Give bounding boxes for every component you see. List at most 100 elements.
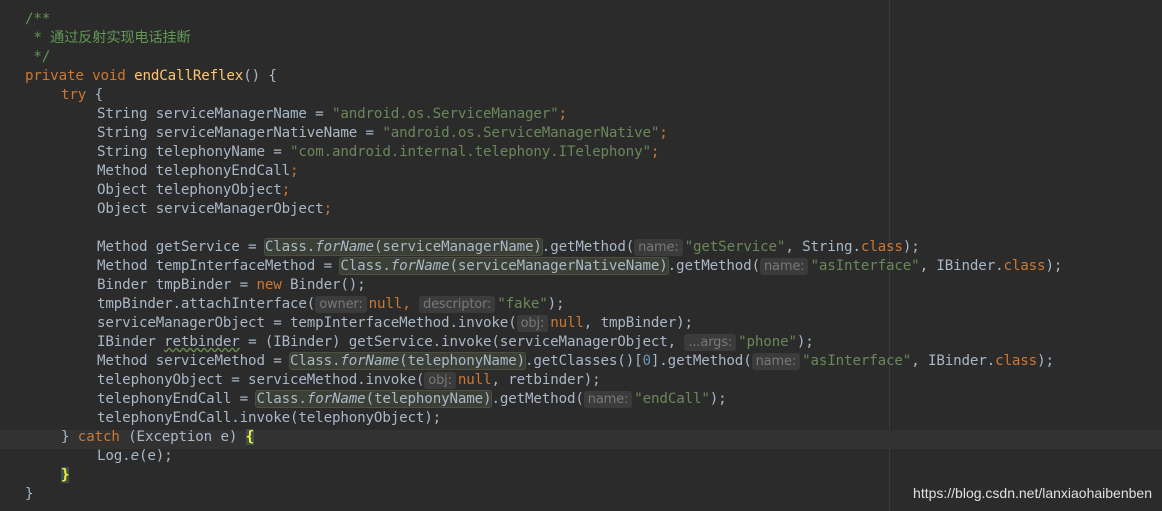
parameter-hint: obj:: [516, 315, 549, 332]
code-text: .getMethod(: [491, 391, 584, 407]
semicolon: ;: [650, 144, 660, 160]
highlighted-expression: Class.forName(telephonyName): [255, 390, 493, 408]
parameter-hint: obj:: [424, 372, 456, 389]
code-text: , String.: [785, 239, 861, 255]
semicolon: ;: [281, 182, 291, 198]
parameter-hint: descriptor:: [418, 296, 496, 313]
code-text: .getClasses()[: [525, 353, 643, 369]
code-text: IBinder: [97, 334, 165, 350]
code-text: {: [86, 87, 104, 103]
code-line-2: * 通过反射实现电话挂断: [25, 29, 191, 48]
parameter-hint: name:: [759, 258, 809, 275]
code-text: telephonyObject = serviceMethod.invoke(: [97, 372, 425, 388]
code-line-20: telephonyObject = serviceMethod.invoke(o…: [97, 371, 601, 390]
code-text: Binder tmpBinder =: [97, 277, 257, 293]
code-line-23: } catch (Exception e) {: [61, 428, 254, 447]
code-text: );: [1037, 353, 1054, 369]
code-text: Method serviceMethod =: [97, 353, 291, 369]
code-text: String serviceManagerName =: [97, 106, 332, 122]
code-text: .getMethod(: [667, 258, 760, 274]
code-text: Method telephonyEndCall: [97, 163, 291, 179]
code-text: , tmpBinder);: [583, 315, 693, 331]
string-literal: "asInterface": [802, 353, 912, 369]
code-text: serviceManagerObject = tempInterfaceMeth…: [97, 315, 517, 331]
code-text: , IBinder.: [911, 353, 996, 369]
code-line-1: /**: [25, 10, 50, 29]
code-text: telephonyEndCall =: [97, 391, 257, 407]
code-text: tmpBinder.attachInterface(: [97, 296, 316, 312]
code-line-22: telephonyEndCall.invoke(telephonyObject)…: [97, 409, 441, 428]
code-line-5: try {: [61, 86, 103, 105]
parameter-hint: name:: [634, 239, 683, 256]
keyword: try: [61, 87, 87, 103]
parameter-hint: name:: [751, 353, 801, 370]
string-literal: "endCall": [634, 391, 710, 407]
code-text: () {: [243, 68, 277, 84]
watermark: https://blog.csdn.net/lanxiaohaibenben: [913, 485, 1152, 501]
code-text: );: [1045, 258, 1063, 274]
code-text: Method tempInterfaceMethod =: [97, 258, 341, 274]
code-text: Binder();: [281, 277, 366, 293]
code-line-10: Object telephonyObject;: [97, 181, 290, 200]
string-literal: "android.os.ServiceManager": [331, 106, 559, 122]
code-text: ].getMethod(: [650, 353, 752, 369]
code-line-21: telephonyEndCall = Class.forName(telepho…: [97, 390, 727, 409]
string-literal: "com.android.internal.telephony.ITelepho…: [290, 144, 651, 160]
code-line-9: Method telephonyEndCall;: [97, 162, 299, 181]
code-text: Log.: [97, 448, 131, 464]
code-text: Method getService =: [97, 239, 265, 255]
keyword: new: [256, 277, 282, 293]
comment-text: * 通过反射实现电话挂断: [25, 30, 191, 46]
string-literal: "getService": [684, 239, 786, 255]
semicolon: ;: [290, 163, 299, 179]
code-line-7: String serviceManagerNativeName = "andro…: [97, 124, 668, 143]
keyword: null: [550, 315, 584, 331]
variable-name: retbinder: [164, 334, 240, 350]
highlighted-expression: Class.forName(serviceManagerNativeName): [339, 257, 669, 275]
comment-open: /**: [25, 11, 51, 27]
string-literal: "android.os.ServiceManagerNative": [382, 125, 660, 141]
code-line-15: Binder tmpBinder = new Binder();: [97, 276, 366, 295]
string-literal: "fake": [497, 296, 548, 312]
code-text: Object serviceManagerObject: [97, 201, 324, 217]
code-line-14: Method tempInterfaceMethod = Class.forNa…: [97, 257, 1062, 276]
code-text: );: [902, 239, 920, 255]
string-literal: "asInterface": [810, 258, 920, 274]
code-text: String telephonyName =: [97, 144, 291, 160]
code-line-19: Method serviceMethod = Class.forName(tel…: [97, 352, 1054, 371]
code-line-6: String serviceManagerName = "android.os.…: [97, 105, 567, 124]
code-line-16: tmpBinder.attachInterface(owner: null, de…: [97, 295, 565, 314]
parameter-hint: ...args:: [684, 334, 737, 351]
matched-brace: }: [61, 467, 70, 483]
code-text: = (IBinder) getService.invoke(serviceMan…: [239, 334, 685, 350]
keyword: class: [860, 239, 903, 255]
code-line-25: }: [61, 466, 70, 485]
code-line-26: }: [25, 485, 34, 504]
code-text: , retbinder);: [491, 372, 601, 388]
code-text: );: [796, 334, 814, 350]
parameter-hint: name:: [583, 391, 633, 408]
code-line-17: serviceManagerObject = tempInterfaceMeth…: [97, 314, 693, 333]
code-text: );: [547, 296, 565, 312]
code-line-13: Method getService = Class.forName(servic…: [97, 238, 920, 257]
semicolon: ;: [659, 125, 668, 141]
code-line-4: private void endCallReflex() {: [25, 67, 277, 86]
code-line-11: Object serviceManagerObject;: [97, 200, 332, 219]
number-literal: 0: [642, 353, 651, 369]
code-editor[interactable]: /** * 通过反射实现电话挂断 */ private void endCall…: [0, 0, 1162, 511]
code-line-8: String telephonyName = "com.android.inte…: [97, 143, 659, 162]
code-text: .getMethod(: [541, 239, 635, 255]
code-line-3: */: [25, 48, 50, 67]
code-line-24: Log.e(e);: [97, 447, 173, 466]
code-text: (e);: [138, 448, 173, 464]
highlighted-expression: Class.forName(serviceManagerName): [263, 238, 543, 256]
method-name: endCallReflex: [134, 68, 244, 84]
comment-close: */: [25, 49, 51, 65]
semicolon: ;: [323, 201, 333, 217]
keyword: null: [457, 372, 492, 388]
code-line-18: IBinder retbinder = (IBinder) getService…: [97, 333, 814, 352]
keyword: catch: [77, 429, 120, 445]
code-text: );: [709, 391, 727, 407]
code-text: }: [25, 486, 34, 502]
code-text: }: [61, 429, 78, 445]
